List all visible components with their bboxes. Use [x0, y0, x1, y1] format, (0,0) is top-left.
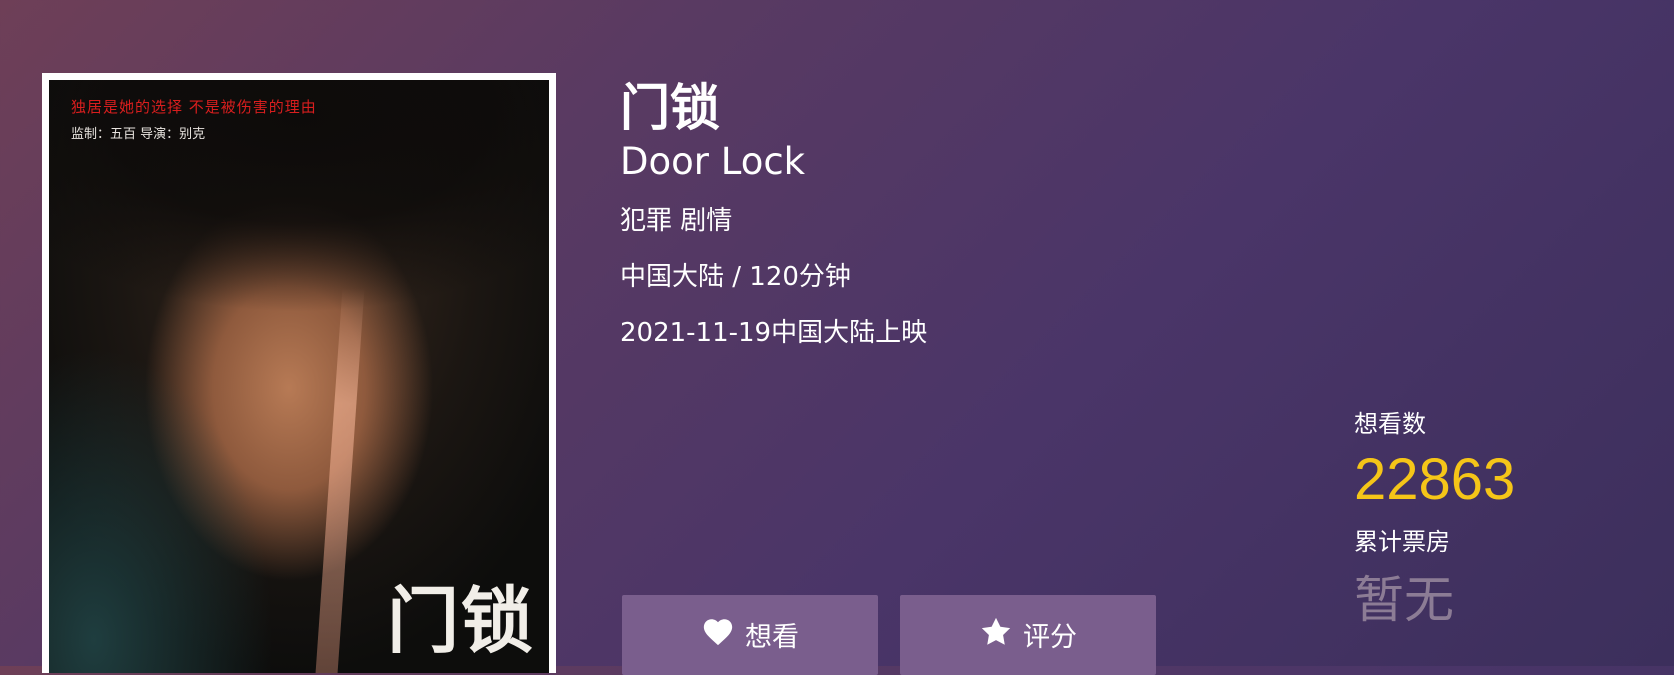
want-count-label: 想看数 [1354, 410, 1426, 438]
movie-info: 门锁 Door Lock 犯罪 剧情 中国大陆 / 120分钟 2021-11-… [620, 78, 927, 348]
poster-tagline: 独居是她的选择 不是被伤害的理由 [71, 98, 317, 116]
box-office-value: 暂无 [1354, 572, 1454, 628]
want-to-watch-button[interactable]: 想看 [622, 595, 878, 675]
poster-image: 独居是她的选择 不是被伤害的理由 监制：五百 导演：别克 门锁 [49, 80, 549, 673]
want-to-watch-label: 想看 [745, 622, 799, 653]
movie-title-en: Door Lock [620, 140, 806, 183]
action-buttons: 想看 评分 [622, 595, 1156, 675]
box-office-label: 累计票房 [1354, 528, 1450, 556]
movie-release-date: 2021-11-19中国大陆上映 [620, 318, 928, 348]
star-icon [979, 615, 1013, 656]
heart-icon [701, 615, 735, 656]
rate-label: 评分 [1023, 622, 1077, 653]
movie-genres: 犯罪 剧情 [620, 206, 733, 236]
want-count-value: 22863 [1354, 447, 1516, 512]
movie-poster[interactable]: 独居是她的选择 不是被伤害的理由 监制：五百 导演：别克 门锁 [42, 73, 556, 673]
movie-title-cn: 门锁 [620, 79, 720, 137]
poster-title: 门锁 [386, 578, 535, 663]
poster-credits: 监制：五百 导演：别克 [71, 127, 206, 142]
poster-tint [49, 346, 274, 673]
movie-stats: 想看数 22863 累计票房 暂无 [1354, 410, 1515, 634]
movie-region-duration: 中国大陆 / 120分钟 [620, 262, 851, 292]
rate-button[interactable]: 评分 [900, 595, 1156, 675]
